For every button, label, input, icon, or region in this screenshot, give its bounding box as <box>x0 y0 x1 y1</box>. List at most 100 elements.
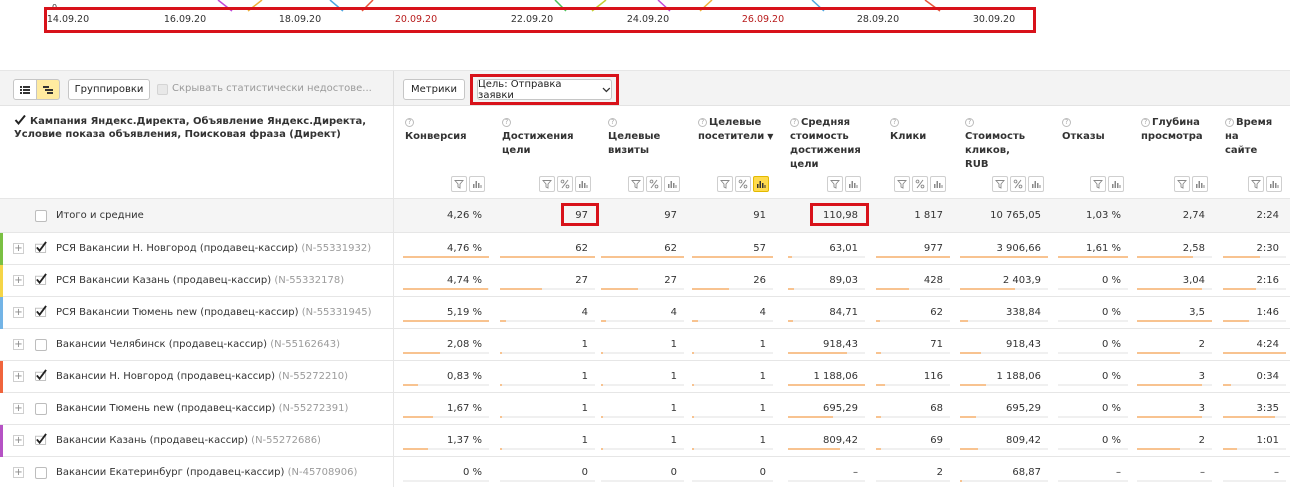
bar-chart-icon[interactable] <box>1028 176 1044 192</box>
metrics-button[interactable]: Метрики <box>403 79 465 100</box>
value-bar-track <box>876 448 950 450</box>
expand-icon[interactable]: + <box>13 371 24 382</box>
column-header[interactable]: ? Отказы <box>1062 116 1114 144</box>
column-header[interactable]: ? Время на сайте <box>1225 116 1273 158</box>
chevron-down-icon <box>602 87 611 92</box>
bar-chart-icon[interactable] <box>930 176 946 192</box>
filter-icon[interactable] <box>992 176 1008 192</box>
totals-checkbox[interactable] <box>35 210 47 222</box>
bar-chart-icon[interactable] <box>845 176 861 192</box>
help-icon[interactable]: ? <box>405 118 414 127</box>
help-icon[interactable]: ? <box>965 118 974 127</box>
expand-icon[interactable]: + <box>13 307 24 318</box>
table-cell: – <box>1274 467 1279 478</box>
help-icon[interactable]: ? <box>790 118 799 127</box>
column-header[interactable]: ? Глубина просмотра <box>1141 116 1203 144</box>
percent-icon[interactable] <box>1010 176 1026 192</box>
row-name[interactable]: Вакансии Тюмень new (продавец-кассир) (N… <box>56 403 348 414</box>
row-name[interactable]: РСЯ Вакансии Казань (продавец-кассир) (N… <box>56 275 344 286</box>
help-icon[interactable]: ? <box>608 118 617 127</box>
table-cell: 2 <box>1198 339 1205 350</box>
goal-select[interactable]: Цель: Отправка заявки <box>477 79 612 101</box>
row-checkbox[interactable] <box>35 467 47 479</box>
expand-icon[interactable]: + <box>13 275 24 286</box>
expand-icon[interactable]: + <box>13 435 24 446</box>
table-row[interactable]: + Вакансии Н. Новгород (продавец-кассир) … <box>0 361 1290 393</box>
help-icon[interactable]: ? <box>1062 118 1071 127</box>
tree-view-button[interactable] <box>36 79 60 100</box>
table-row[interactable]: + Вакансии Тюмень new (продавец-кассир) (… <box>0 393 1290 425</box>
filter-icon[interactable] <box>1174 176 1190 192</box>
row-name[interactable]: РСЯ Вакансии Н. Новгород (продавец-касси… <box>56 243 371 254</box>
row-name[interactable]: Вакансии Казань (продавец-кассир) (N-552… <box>56 435 321 446</box>
column-header[interactable]: ? Достижения цели <box>502 116 580 158</box>
row-name[interactable]: Вакансии Екатеринбург (продавец-кассир) … <box>56 467 357 478</box>
percent-icon[interactable] <box>557 176 573 192</box>
value-bar <box>1223 448 1237 450</box>
table-row[interactable]: + РСЯ Вакансии Тюмень new (продавец-касси… <box>0 297 1290 329</box>
column-header[interactable]: ? Целевые посетители ▼ <box>698 116 773 144</box>
help-icon[interactable]: ? <box>502 118 511 127</box>
filter-icon[interactable] <box>717 176 733 192</box>
bar-chart-icon[interactable] <box>753 176 769 192</box>
groupings-button[interactable]: Группировки <box>68 79 150 100</box>
bar-chart-icon[interactable] <box>575 176 591 192</box>
row-checkbox-checked[interactable] <box>35 273 47 285</box>
row-name[interactable]: Вакансии Н. Новгород (продавец-кассир) (… <box>56 371 348 382</box>
table-cell: 89,03 <box>829 275 858 286</box>
filter-icon[interactable] <box>451 176 467 192</box>
percent-icon[interactable] <box>912 176 928 192</box>
filter-icon[interactable] <box>1248 176 1264 192</box>
filter-icon[interactable] <box>628 176 644 192</box>
column-header[interactable]: ? Клики <box>890 116 930 144</box>
table-row[interactable]: + РСЯ Вакансии Н. Новгород (продавец-касс… <box>0 233 1290 265</box>
value-bar-track <box>876 384 950 386</box>
expand-icon[interactable]: + <box>13 403 24 414</box>
value-bar-track <box>788 320 865 322</box>
row-name[interactable]: РСЯ Вакансии Тюмень new (продавец-кассир… <box>56 307 372 318</box>
column-header[interactable]: ? Целевые визиты <box>608 116 664 158</box>
help-icon[interactable]: ? <box>890 118 899 127</box>
table-cell: 84,71 <box>829 307 858 318</box>
row-checkbox-checked[interactable] <box>35 433 47 445</box>
expand-icon[interactable]: + <box>13 243 24 254</box>
value-bar-track <box>960 480 1048 482</box>
filter-icon[interactable] <box>539 176 555 192</box>
bar-chart-icon[interactable] <box>1192 176 1208 192</box>
row-checkbox[interactable] <box>35 339 47 351</box>
row-checkbox-checked[interactable] <box>35 305 47 317</box>
bar-chart-icon[interactable] <box>1266 176 1282 192</box>
row-checkbox-checked[interactable] <box>35 241 47 253</box>
row-name[interactable]: Вакансии Челябинск (продавец-кассир) (N-… <box>56 339 340 350</box>
list-view-button[interactable] <box>13 79 37 100</box>
row-checkbox[interactable] <box>35 403 47 415</box>
series-color-stripe <box>0 425 3 457</box>
table-row[interactable]: + Вакансии Челябинск (продавец-кассир) (N… <box>0 329 1290 361</box>
expand-icon[interactable]: + <box>13 339 24 350</box>
filter-icon[interactable] <box>894 176 910 192</box>
expand-icon[interactable]: + <box>13 467 24 478</box>
table-cell: 2 <box>1198 435 1205 446</box>
help-icon[interactable]: ? <box>698 118 707 127</box>
row-checkbox-checked[interactable] <box>35 369 47 381</box>
table-row[interactable]: + Вакансии Екатеринбург (продавец-кассир)… <box>0 457 1290 487</box>
percent-icon[interactable] <box>735 176 751 192</box>
sort-desc-icon[interactable]: ▼ <box>767 132 773 141</box>
help-icon[interactable]: ? <box>1141 118 1150 127</box>
filter-icon[interactable] <box>827 176 843 192</box>
help-icon[interactable]: ? <box>1225 118 1234 127</box>
percent-icon[interactable] <box>646 176 662 192</box>
bar-chart-icon[interactable] <box>469 176 485 192</box>
column-header[interactable]: ? Конверсия <box>405 116 469 144</box>
hide-insignificant-checkbox[interactable] <box>157 84 168 95</box>
filter-icon[interactable] <box>1090 176 1106 192</box>
column-header[interactable]: ? Средняя стоимость достижения цели <box>790 116 862 172</box>
bar-chart-icon[interactable] <box>1108 176 1124 192</box>
column-header[interactable]: ? Стоимость кликов, RUB <box>965 116 1035 172</box>
column-tools <box>1174 176 1208 192</box>
dimensions-header[interactable]: Кампания Яндекс.Директа, Объявление Янде… <box>14 115 384 141</box>
bar-chart-icon[interactable] <box>664 176 680 192</box>
dimension-column-divider <box>393 106 394 487</box>
table-row[interactable]: + РСЯ Вакансии Казань (продавец-кассир) (… <box>0 265 1290 297</box>
table-row[interactable]: + Вакансии Казань (продавец-кассир) (N-55… <box>0 425 1290 457</box>
